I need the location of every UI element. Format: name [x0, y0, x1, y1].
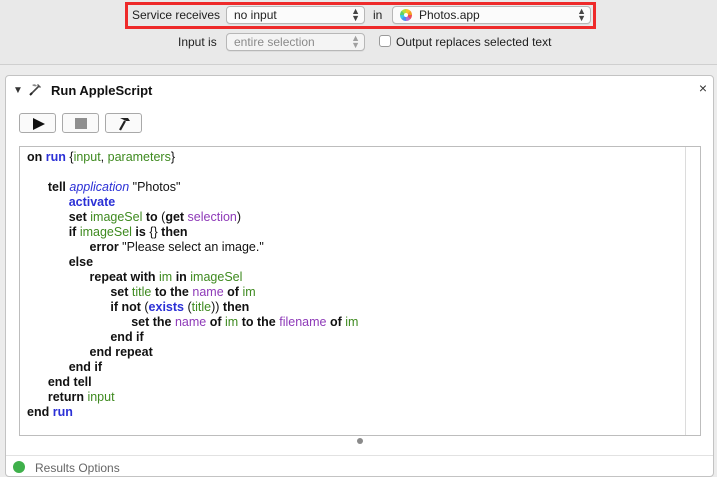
code-line: tell application "Photos" [47, 180, 181, 194]
popup-arrows-icon: ▲ ▼ [351, 6, 360, 23]
code-line: end run [27, 405, 73, 419]
code-line: on run {input, parameters} [27, 150, 176, 164]
code-line: end if [110, 330, 144, 344]
code-line: else [68, 255, 94, 269]
action-title: Run AppleScript [51, 83, 153, 98]
close-icon[interactable]: × [699, 80, 707, 96]
output-replaces-checkbox[interactable] [379, 35, 391, 47]
popup-arrows-icon: ▲ ▼ [351, 33, 360, 50]
input-is-popup[interactable]: entire selection ▲ ▼ [226, 33, 365, 51]
photos-app-icon [400, 9, 412, 21]
code-line: return input [47, 390, 115, 404]
disclosure-triangle-icon[interactable]: ▼ [13, 85, 23, 96]
service-receives-popup[interactable]: no input ▲ ▼ [226, 6, 365, 24]
compile-button[interactable] [105, 113, 142, 133]
code-line: end tell [47, 375, 92, 389]
results-options-row: Results Options [13, 461, 213, 475]
run-icon [33, 118, 45, 130]
code-line: if not (exists (title)) then [110, 300, 250, 314]
in-label: in [373, 8, 383, 22]
input-is-label: Input is [178, 35, 217, 49]
applescript-icon [29, 84, 41, 96]
code-line: end if [68, 360, 103, 374]
code-line: end repeat [89, 345, 153, 359]
panel-separator [6, 455, 713, 456]
run-button[interactable] [19, 113, 56, 133]
popup-arrows-icon: ▲ ▼ [577, 6, 586, 23]
output-replaces-label: Output replaces selected text [396, 35, 552, 49]
script-editor[interactable]: on run {input, parameters} tell applicat… [19, 146, 701, 436]
code-line: set the name of im to the filename of im [131, 315, 359, 329]
results-options-label[interactable]: Results Options [35, 461, 120, 475]
code-line: error "Please select an image." [89, 240, 264, 254]
service-settings-bar: Service receives no input ▲ ▼ in Photos.a… [0, 0, 717, 65]
run-applescript-action: ▼ Run AppleScript × on run {input, param… [5, 75, 714, 477]
editor-resize-handle[interactable] [357, 438, 363, 444]
application-value: Photos.app [419, 8, 480, 22]
code-line: activate [68, 195, 116, 209]
code-line: repeat with im in imageSel [89, 270, 243, 284]
compile-hammer-icon [119, 118, 130, 131]
service-receives-value: no input [234, 8, 277, 22]
code-line: set imageSel to (get selection) [68, 210, 242, 224]
stop-icon [75, 118, 87, 129]
stop-button[interactable] [62, 113, 99, 133]
application-popup[interactable]: Photos.app ▲ ▼ [392, 6, 591, 24]
editor-scroll-divider [685, 147, 686, 435]
script-code: on run {input, parameters} tell applicat… [27, 150, 358, 420]
code-line: if imageSel is {} then [68, 225, 188, 239]
input-is-value: entire selection [234, 35, 315, 49]
code-line: set title to the name of im [110, 285, 256, 299]
status-check-icon [13, 461, 25, 473]
service-receives-label: Service receives [132, 8, 221, 22]
